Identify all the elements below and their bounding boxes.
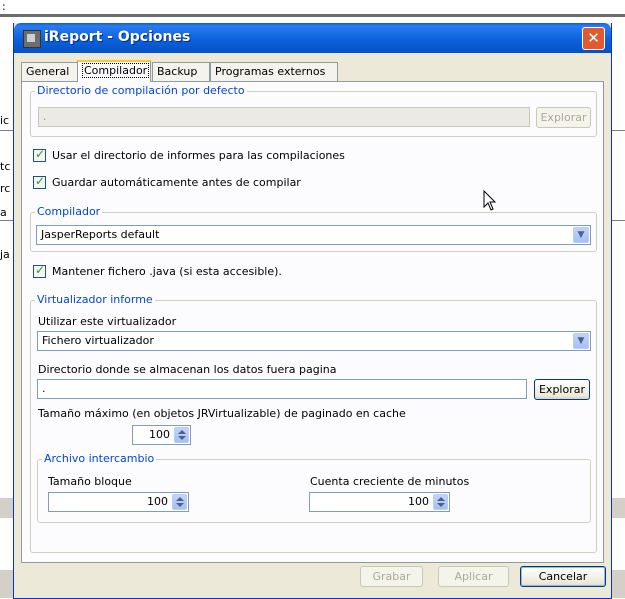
virtualizer-dir-input[interactable]: . — [37, 379, 527, 399]
dialog-titlebar[interactable]: iReport - Opciones ✕ — [14, 23, 611, 53]
spinner-arrows-icon[interactable] — [172, 494, 187, 510]
compile-dir-group: Directorio de compilación por defecto . … — [30, 84, 597, 137]
block-size-label: Tamaño bloque — [48, 475, 132, 488]
tab-panel-compilador: Directorio de compilación por defecto . … — [21, 81, 604, 563]
tab-label: Programas externos — [215, 65, 326, 78]
checkbox-label: Usar el directorio de informes para las … — [52, 149, 345, 162]
tab-label: Backup — [157, 65, 198, 78]
spinner-value: 100 — [147, 495, 168, 508]
compile-dir-legend: Directorio de compilación por defecto — [35, 84, 247, 97]
virtualizer-max-spinner[interactable]: 100 — [132, 425, 191, 445]
background-text-fragment: ic — [0, 114, 10, 127]
apply-button[interactable]: Aplicar — [438, 566, 509, 587]
tab-programas-externos[interactable]: Programas externos — [210, 62, 338, 81]
checkbox-box[interactable]: ✓ — [33, 263, 46, 278]
compiler-select-value: JasperReports default — [41, 228, 160, 241]
tab-label: Compilador — [82, 63, 150, 78]
options-dialog: iReport - Opciones ✕ General Compilador … — [13, 23, 612, 599]
virtualizer-use-label: Utilizar este virtualizador — [38, 315, 177, 328]
background-text-fragment: tc — [0, 160, 11, 173]
background-text-fragment: ja — [0, 248, 10, 261]
spinner-arrows-icon[interactable] — [174, 427, 189, 443]
block-size-spinner[interactable]: 100 — [48, 492, 189, 512]
compiler-select[interactable]: JasperReports default ▼ — [36, 225, 591, 245]
checkmark-icon: ✓ — [35, 263, 46, 277]
virtualizer-dir-browse-button[interactable]: Explorar — [534, 379, 590, 400]
background-text-fragment: rc — [0, 182, 11, 195]
compile-dir-input[interactable]: . — [38, 107, 530, 127]
virtualizer-legend: Virtualizador informe — [35, 293, 155, 306]
checkbox-label: Mantener fichero .java (si esta accesibl… — [52, 265, 282, 278]
spinner-value: 100 — [408, 495, 429, 508]
growth-count-spinner[interactable]: 100 — [309, 492, 450, 512]
growth-count-label: Cuenta creciente de minutos — [310, 475, 470, 488]
virtualizer-group: Virtualizador informe Utilizar este virt… — [30, 293, 597, 553]
ireport-app-icon — [23, 30, 41, 48]
tab-backup[interactable]: Backup — [152, 62, 210, 81]
swap-file-group: Archivo intercambio Tamaño bloque 100 Cu… — [37, 452, 591, 523]
chevron-down-icon[interactable]: ▼ — [573, 333, 589, 349]
background-text-fragment: : — [2, 0, 6, 13]
tab-compilador[interactable]: Compilador — [77, 60, 151, 82]
spinner-arrows-icon[interactable] — [433, 494, 448, 510]
checkmark-icon: ✓ — [35, 174, 46, 188]
dialog-title: iReport - Opciones — [44, 29, 191, 45]
compiler-legend: Compilador — [35, 205, 103, 218]
compile-dir-browse-button[interactable]: Explorar — [536, 107, 591, 128]
virtualizer-select[interactable]: Fichero virtualizador ▼ — [37, 331, 591, 351]
chevron-down-icon[interactable]: ▼ — [573, 227, 589, 243]
checkbox-label: Guardar automáticamente antes de compila… — [52, 176, 301, 189]
checkmark-icon: ✓ — [35, 147, 46, 161]
swap-file-legend: Archivo intercambio — [42, 452, 157, 465]
background-text-fragment: a — [0, 206, 7, 219]
virtualizer-dir-label: Directorio donde se almacenan los datos … — [38, 363, 337, 376]
checkbox-box[interactable]: ✓ — [33, 174, 46, 189]
tab-label: General — [26, 65, 70, 78]
close-icon[interactable]: ✕ — [582, 27, 605, 50]
checkbox-box[interactable]: ✓ — [33, 147, 46, 162]
cancel-button[interactable]: Cancelar — [520, 566, 606, 587]
background-divider — [0, 14, 625, 17]
compiler-group: Compilador JasperReports default ▼ — [30, 205, 597, 252]
mouse-cursor-icon — [483, 190, 497, 211]
virtualizer-max-label: Tamaño máximo (en objetos JRVirtualizabl… — [38, 407, 406, 420]
tab-general[interactable]: General — [21, 62, 79, 81]
save-button[interactable]: Grabar — [360, 566, 423, 587]
virtualizer-select-value: Fichero virtualizador — [42, 334, 154, 347]
spinner-value: 100 — [149, 428, 170, 441]
